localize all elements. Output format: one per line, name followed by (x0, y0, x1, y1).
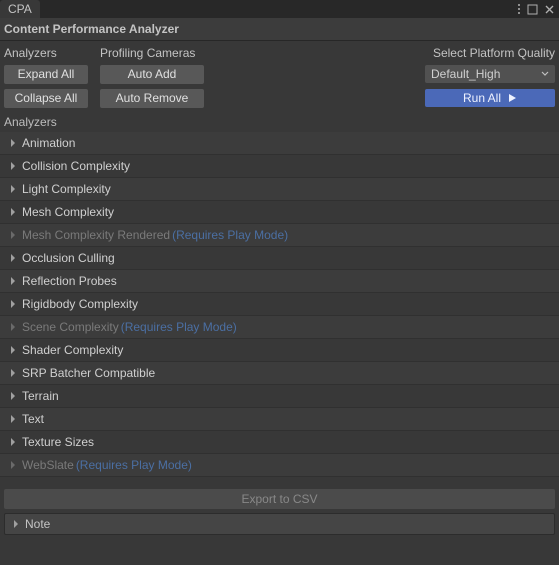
chevron-right-icon (8, 391, 18, 401)
analyzer-label: Light Complexity (22, 178, 111, 200)
chevron-right-icon (8, 230, 18, 240)
chevron-right-icon (11, 519, 21, 529)
collapse-all-button[interactable]: Collapse All (4, 89, 88, 108)
analyzer-row[interactable]: SRP Batcher Compatible (0, 362, 559, 385)
platform-quality-value: Default_High (431, 65, 500, 83)
run-all-button[interactable]: Run All (425, 89, 555, 107)
close-icon[interactable] (544, 4, 555, 15)
analyzer-row[interactable]: Occlusion Culling (0, 247, 559, 270)
analyzer-row[interactable]: Texture Sizes (0, 431, 559, 454)
analyzer-row[interactable]: Mesh Complexity (0, 201, 559, 224)
page-title: Content Performance Analyzer (0, 18, 559, 41)
analyzer-row[interactable]: WebSlate (Requires Play Mode) (0, 454, 559, 477)
chevron-right-icon (8, 437, 18, 447)
chevron-right-icon (8, 368, 18, 378)
analyzer-label: Text (22, 408, 44, 430)
note-row[interactable]: Note (4, 513, 555, 535)
analyzer-label: Scene Complexity (22, 316, 119, 338)
analyzer-label: Reflection Probes (22, 270, 117, 292)
analyzer-label: Occlusion Culling (22, 247, 115, 269)
chevron-down-icon (541, 70, 549, 78)
analyzer-label: Collision Complexity (22, 155, 130, 177)
header-analyzers: Analyzers (4, 46, 57, 60)
chevron-right-icon (8, 276, 18, 286)
requires-play-mode-label: (Requires Play Mode) (121, 316, 237, 338)
chevron-right-icon (8, 138, 18, 148)
analyzer-label: Texture Sizes (22, 431, 94, 453)
chevron-right-icon (8, 184, 18, 194)
tab-cpa-label: CPA (8, 2, 32, 16)
chevron-right-icon (8, 345, 18, 355)
play-icon (507, 93, 517, 103)
chevron-right-icon (8, 460, 18, 470)
analyzer-label: Mesh Complexity Rendered (22, 224, 170, 246)
analyzer-label: Shader Complexity (22, 339, 123, 361)
section-label-analyzers: Analyzers (0, 110, 559, 132)
analyzer-row[interactable]: Terrain (0, 385, 559, 408)
requires-play-mode-label: (Requires Play Mode) (172, 224, 288, 246)
analyzer-list: AnimationCollision ComplexityLight Compl… (0, 132, 559, 477)
header-select-platform-quality: Select Platform Quality (433, 46, 555, 60)
chevron-right-icon (8, 207, 18, 217)
chevron-right-icon (8, 414, 18, 424)
tab-icons (517, 3, 559, 15)
analyzer-label: WebSlate (22, 454, 74, 476)
maximize-icon[interactable] (527, 4, 538, 15)
analyzer-label: SRP Batcher Compatible (22, 362, 155, 384)
analyzer-row[interactable]: Shader Complexity (0, 339, 559, 362)
analyzer-row[interactable]: Animation (0, 132, 559, 155)
chevron-right-icon (8, 322, 18, 332)
chevron-right-icon (8, 253, 18, 263)
analyzer-row[interactable]: Mesh Complexity Rendered (Requires Play … (0, 224, 559, 247)
export-to-csv-button: Export to CSV (4, 489, 555, 509)
header-profiling-cameras: Profiling Cameras (100, 46, 195, 60)
auto-remove-button[interactable]: Auto Remove (100, 89, 204, 108)
requires-play-mode-label: (Requires Play Mode) (76, 454, 192, 476)
analyzer-row[interactable]: Scene Complexity (Requires Play Mode) (0, 316, 559, 339)
tab-cpa[interactable]: CPA (0, 0, 40, 18)
analyzer-row[interactable]: Text (0, 408, 559, 431)
run-all-label: Run All (463, 89, 501, 107)
analyzer-row[interactable]: Collision Complexity (0, 155, 559, 178)
expand-all-button[interactable]: Expand All (4, 65, 88, 84)
chevron-right-icon (8, 299, 18, 309)
analyzer-row[interactable]: Rigidbody Complexity (0, 293, 559, 316)
analyzer-label: Mesh Complexity (22, 201, 114, 223)
auto-add-button[interactable]: Auto Add (100, 65, 204, 84)
analyzer-label: Rigidbody Complexity (22, 293, 138, 315)
chevron-right-icon (8, 161, 18, 171)
toolbar-row-2: Collapse All Auto Remove Run All (0, 86, 559, 110)
kebab-icon[interactable] (517, 3, 521, 15)
window-tab-bar: CPA (0, 0, 559, 18)
note-label: Note (25, 514, 50, 534)
analyzer-row[interactable]: Reflection Probes (0, 270, 559, 293)
analyzer-label: Terrain (22, 385, 59, 407)
toolbar-row-1: Expand All Auto Add Default_High (0, 62, 559, 86)
analyzer-row[interactable]: Light Complexity (0, 178, 559, 201)
export-label: Export to CSV (241, 492, 317, 506)
platform-quality-select[interactable]: Default_High (425, 65, 555, 83)
analyzer-label: Animation (22, 132, 75, 154)
columns-header: Analyzers Profiling Cameras Select Platf… (0, 41, 559, 62)
